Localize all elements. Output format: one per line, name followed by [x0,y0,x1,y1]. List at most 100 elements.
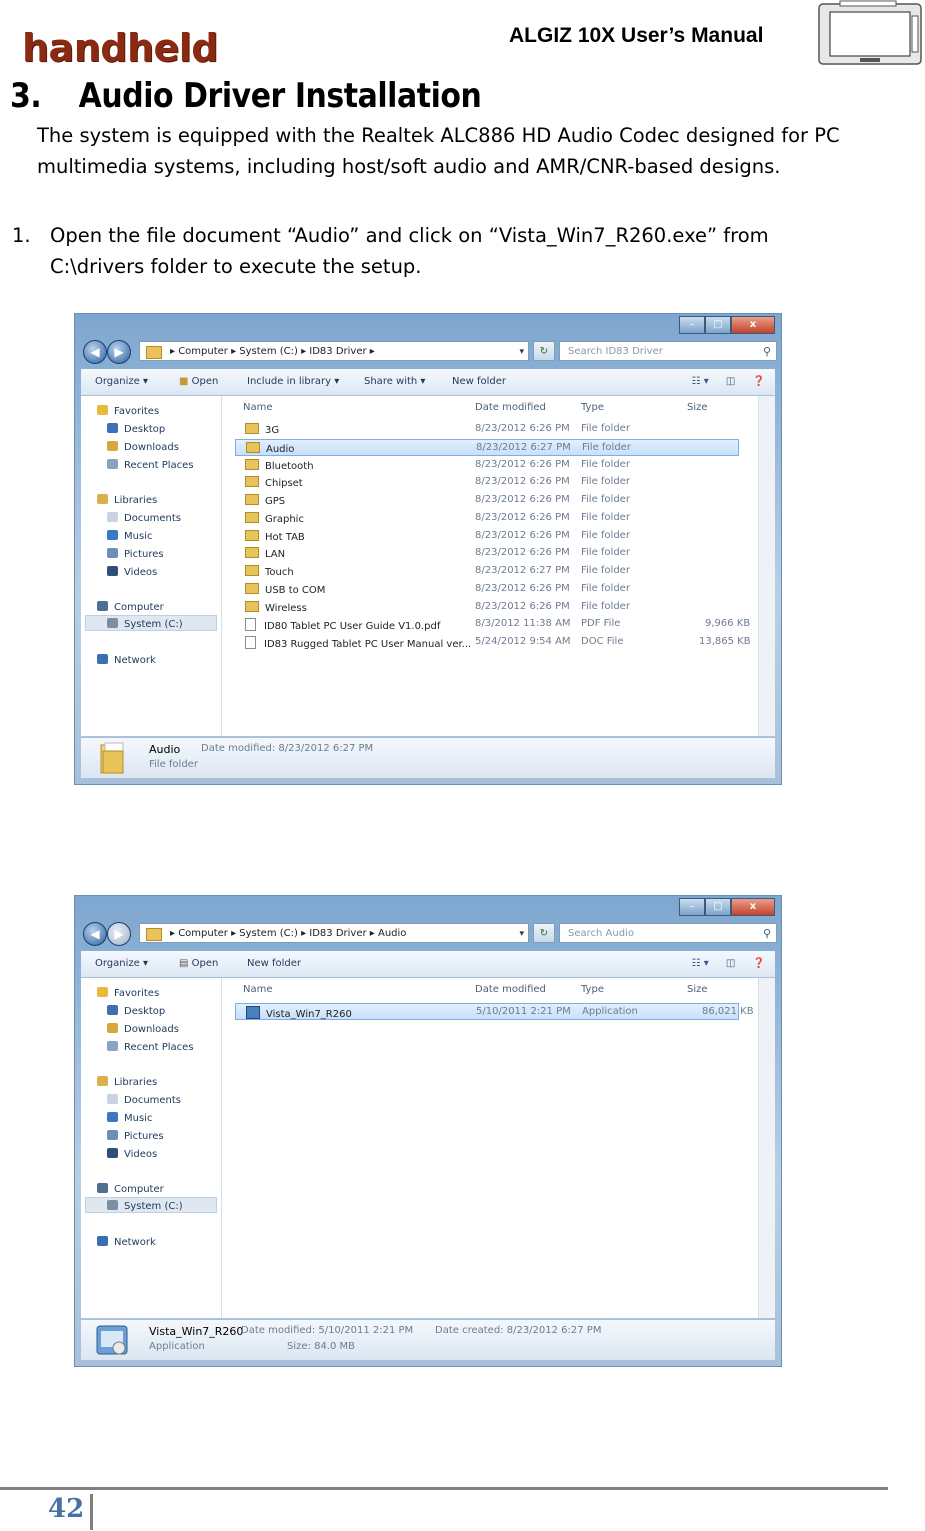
star-icon [97,987,108,997]
file-row-selected[interactable]: Audio 8/23/2012 6:27 PM File folder [235,439,739,456]
details-pane: Vista_Win7_R260 Date modified: 5/10/2011… [81,1319,775,1360]
minimize-icon[interactable]: – [679,316,705,334]
nav-computer[interactable]: Computer [97,1183,164,1195]
nav-downloads[interactable]: Downloads [107,1023,179,1035]
back-icon[interactable]: ◀ [83,922,107,946]
file-row[interactable]: GPS 8/23/2012 6:26 PM File folder [235,492,739,509]
nav-desktop[interactable]: Desktop [107,423,165,435]
nav-documents[interactable]: Documents [107,512,181,524]
network-icon [97,1236,108,1246]
nav-system-c[interactable]: System (C:) [107,618,183,630]
nav-favorites[interactable]: Favorites [97,405,159,417]
column-size[interactable]: Size [687,984,708,995]
file-row[interactable]: Chipset 8/23/2012 6:26 PM File folder [235,474,739,491]
file-row[interactable]: Wireless 8/23/2012 6:26 PM File folder [235,599,739,616]
pdf-file-icon [245,618,256,631]
nav-libraries[interactable]: Libraries [97,494,157,506]
search-input[interactable]: Search Audio ⚲ [559,923,777,943]
explorer-body: Favorites Desktop Downloads Recent Place… [81,978,775,1318]
nav-music[interactable]: Music [107,530,152,542]
column-size[interactable]: Size [687,402,708,413]
pictures-icon [107,548,118,558]
file-row[interactable]: ID80 Tablet PC User Guide V1.0.pdf 8/3/20… [235,616,750,633]
chevron-down-icon[interactable]: ▾ [519,924,524,942]
minimize-icon[interactable]: – [679,898,705,916]
preview-pane-icon[interactable]: ◫ [726,958,735,969]
address-bar[interactable]: ▸ Computer ▸ System (C:) ▸ ID83 Driver ▸… [139,923,529,943]
column-name[interactable]: Name [243,984,273,995]
views-icon[interactable]: ☷ ▾ [692,376,709,387]
column-type[interactable]: Type [581,984,604,995]
section-title: Audio Driver Installation [78,76,482,116]
computer-icon [97,1183,108,1193]
nav-pictures[interactable]: Pictures [107,548,164,560]
folder-icon [245,530,259,541]
open-button[interactable]: ■ Open [179,369,218,395]
nav-documents[interactable]: Documents [107,1094,181,1106]
file-row[interactable]: ID83 Rugged Tablet PC User Manual ver...… [235,634,751,651]
forward-icon[interactable]: ▶ [107,922,131,946]
nav-network[interactable]: Network [97,1236,156,1248]
column-date-modified[interactable]: Date modified [475,402,546,413]
column-date-modified[interactable]: Date modified [475,984,546,995]
folder-icon [245,601,259,612]
help-icon[interactable]: ❓ [753,376,765,387]
nav-network[interactable]: Network [97,654,156,666]
maximize-icon[interactable]: □ [705,316,731,334]
new-folder-button[interactable]: New folder [247,951,301,977]
file-row-selected[interactable]: Vista_Win7_R260 5/10/2011 2:21 PM Applicat… [235,1003,754,1020]
vertical-scrollbar[interactable] [758,978,775,1318]
organize-button[interactable]: Organize ▾ [95,951,148,977]
nav-libraries[interactable]: Libraries [97,1076,157,1088]
nav-desktop[interactable]: Desktop [107,1005,165,1017]
folder-icon [146,346,162,359]
refresh-icon[interactable]: ↻ [533,341,555,361]
open-button[interactable]: ▤ Open [179,951,218,977]
close-icon[interactable]: x [731,316,775,334]
column-type[interactable]: Type [581,402,604,413]
folder-icon [245,512,259,523]
column-name[interactable]: Name [243,402,273,413]
search-input[interactable]: Search ID83 Driver ⚲ [559,341,777,361]
share-with-button[interactable]: Share with ▾ [364,369,425,395]
organize-button[interactable]: Organize ▾ [95,369,148,395]
views-icon[interactable]: ☷ ▾ [692,958,709,969]
nav-downloads[interactable]: Downloads [107,441,179,453]
file-row[interactable]: Hot TAB 8/23/2012 6:26 PM File folder [235,528,739,545]
nav-recent-places[interactable]: Recent Places [107,459,194,471]
nav-videos[interactable]: Videos [107,1148,157,1160]
nav-computer[interactable]: Computer [97,601,164,613]
doc-file-icon [245,636,256,649]
window-controls: – □ x [679,898,775,916]
file-row[interactable]: Touch 8/23/2012 6:27 PM File folder [235,563,739,580]
file-row[interactable]: 3G 8/23/2012 6:26 PM File folder [235,421,739,438]
include-in-library-button[interactable]: Include in library ▾ [247,369,339,395]
preview-pane-icon[interactable]: ◫ [726,376,735,387]
nav-videos[interactable]: Videos [107,566,157,578]
details-type: Application [149,1341,205,1352]
address-bar[interactable]: ▸ Computer ▸ System (C:) ▸ ID83 Driver ▸… [139,341,529,361]
chevron-down-icon[interactable]: ▾ [519,342,524,360]
refresh-icon[interactable]: ↻ [533,923,555,943]
new-folder-button[interactable]: New folder [452,369,506,395]
help-icon[interactable]: ❓ [753,958,765,969]
application-icon [246,1006,260,1019]
file-row[interactable]: Bluetooth 8/23/2012 6:26 PM File folder [235,457,739,474]
nav-favorites[interactable]: Favorites [97,987,159,999]
file-row[interactable]: USB to COM 8/23/2012 6:26 PM File folder [235,581,739,598]
nav-pictures[interactable]: Pictures [107,1130,164,1142]
nav-recent-places[interactable]: Recent Places [107,1041,194,1053]
file-row[interactable]: LAN 8/23/2012 6:26 PM File folder [235,545,739,562]
close-icon[interactable]: x [731,898,775,916]
network-icon [97,654,108,664]
vertical-scrollbar[interactable] [758,396,775,736]
libraries-icon [97,1076,108,1086]
forward-icon[interactable]: ▶ [107,340,131,364]
step-number: 1. [12,224,31,247]
back-icon[interactable]: ◀ [83,340,107,364]
search-placeholder: Search Audio [568,928,634,939]
nav-music[interactable]: Music [107,1112,152,1124]
file-row[interactable]: Graphic 8/23/2012 6:26 PM File folder [235,510,739,527]
nav-system-c[interactable]: System (C:) [107,1200,183,1212]
maximize-icon[interactable]: □ [705,898,731,916]
